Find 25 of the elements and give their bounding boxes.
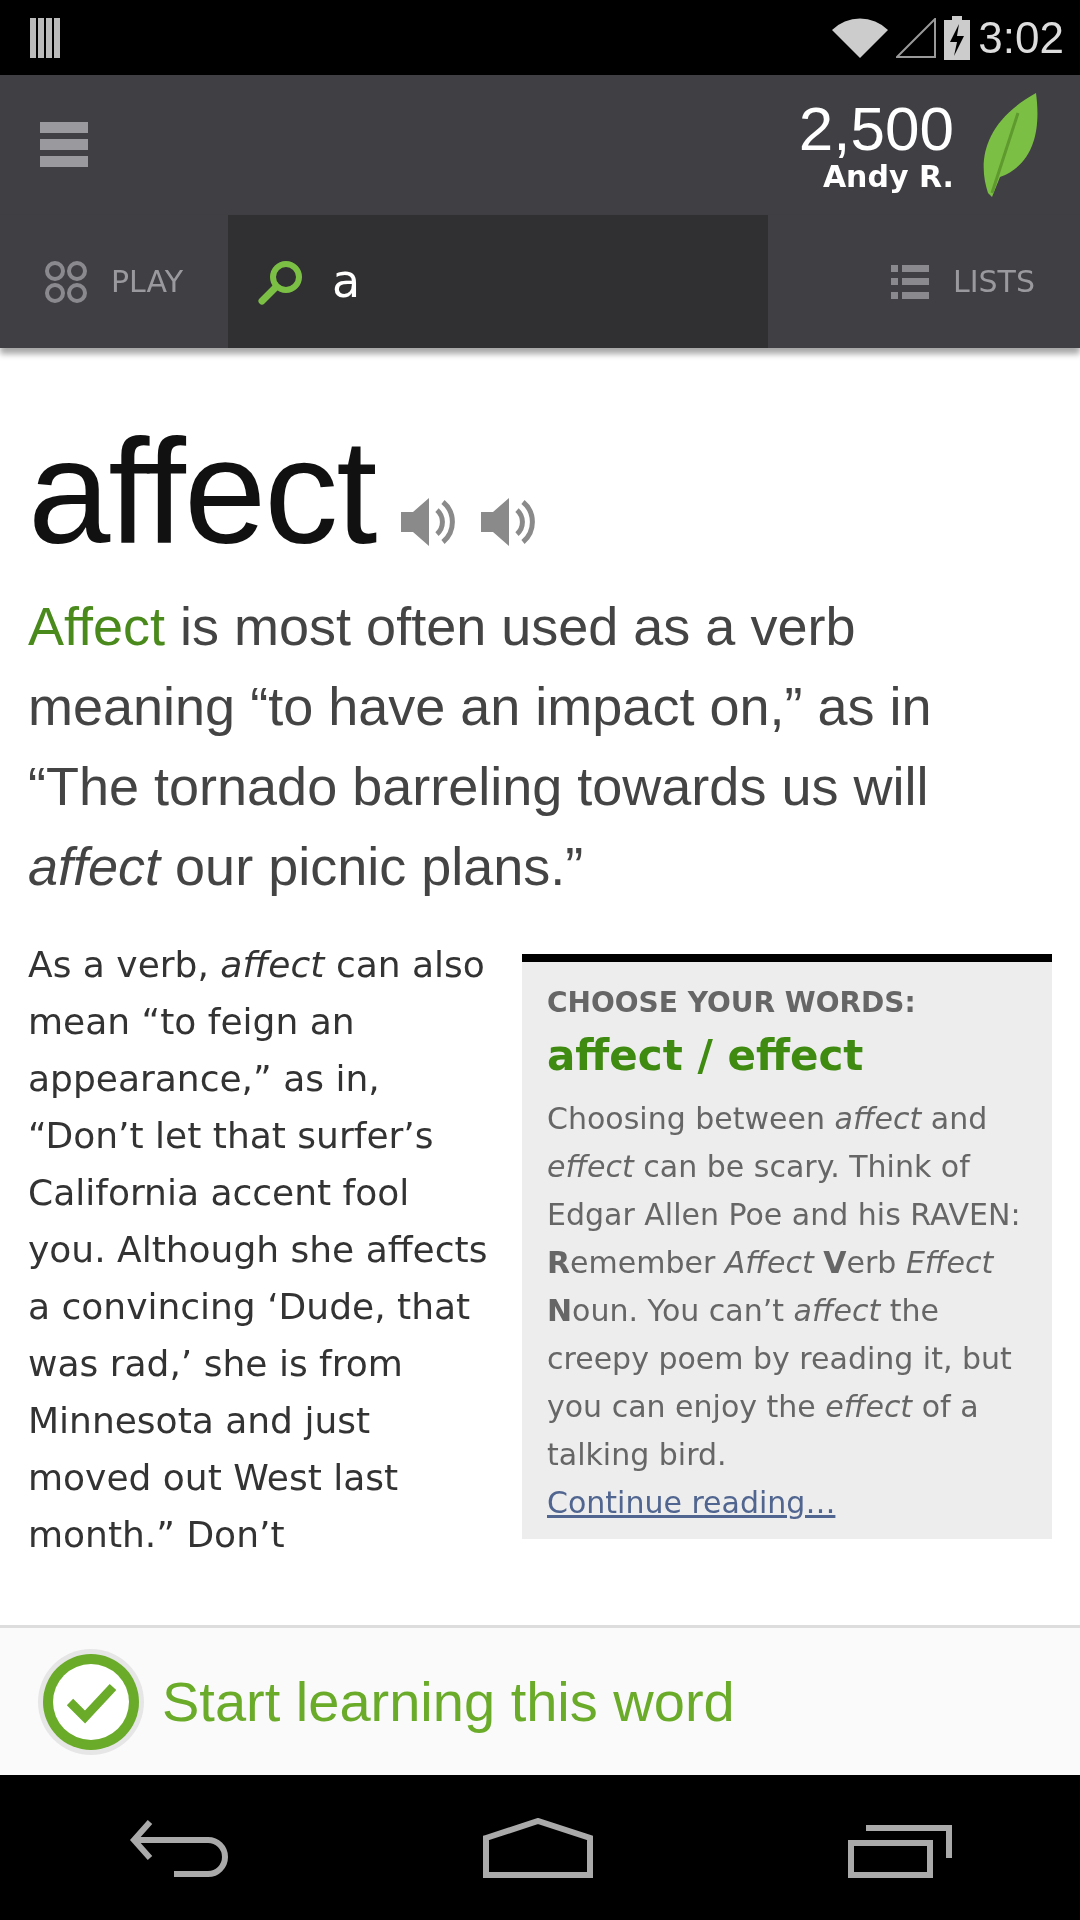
notification-icon: [30, 17, 60, 58]
note-text: Choosing between affect and effect can be scary. Think of Edgar Allen Poe and his RAVEN: Remember Affect Verb Effect Noun. You can’t affect the creepy poem by reading it, but you can enjoy the effect of a talking bird. Continue reading…: [547, 1100, 1022, 1522]
list-icon: [891, 264, 929, 299]
clock-time: 3:02: [978, 11, 1064, 64]
checkmark-circle-icon[interactable]: [36, 1646, 146, 1757]
continue-reading-link[interactable]: Continue reading…: [547, 1485, 836, 1520]
menu-icon[interactable]: [40, 122, 88, 168]
definition-summary: Affect is most often used as a verb meaning “to have an impact on,” as in “The tornado barreling towards us will affect our picnic plans.”: [28, 595, 933, 898]
word-title: affect: [28, 418, 376, 566]
wifi-icon: [832, 17, 889, 58]
grid-icon: [45, 260, 87, 303]
search-field[interactable]: a: [332, 247, 732, 316]
definition-paragraph: As a verb, affect can also mean “to feign an appearance,” as in, “Don’t let that surfer’s California accent fool you. Although she affects a convincing ‘Dude, that was rad,’ she is from Minnesota and just moved out West last month.” Don’t: [28, 943, 488, 1557]
points-count: 2,500: [798, 97, 954, 160]
lists-tab[interactable]: LISTS: [846, 215, 1080, 348]
battery-icon: [944, 15, 971, 60]
search-tab[interactable]: a: [228, 215, 768, 348]
play-tab[interactable]: PLAY: [0, 215, 228, 348]
user-name: Andy R.: [822, 159, 954, 193]
note-heading: CHOOSE YOUR WORDS:: [547, 985, 917, 1021]
back-icon[interactable]: [127, 1817, 228, 1878]
signal-icon: [896, 17, 937, 58]
note-title: affect / effect: [547, 1030, 865, 1082]
search-icon: [258, 258, 304, 305]
home-icon[interactable]: [483, 1817, 593, 1878]
